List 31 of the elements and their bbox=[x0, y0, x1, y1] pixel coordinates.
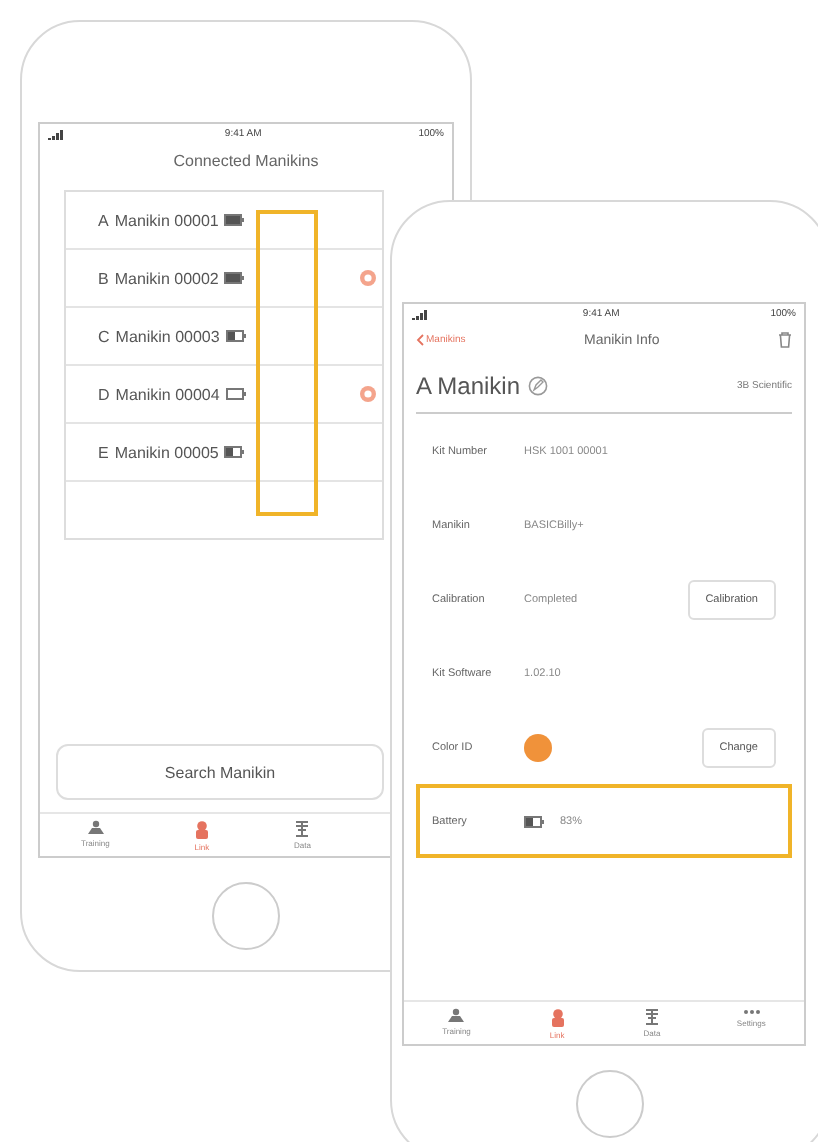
manikin-icon bbox=[85, 820, 106, 836]
manikin-row[interactable]: D Manikin 00004 bbox=[66, 366, 382, 424]
screen-title: Connected Manikins bbox=[171, 150, 321, 174]
manikin-row[interactable]: C Manikin 00003 bbox=[66, 308, 382, 366]
battery-icon bbox=[524, 815, 544, 827]
bars-icon bbox=[644, 1008, 660, 1026]
manikin-name: Manikin 00003 bbox=[115, 327, 220, 345]
manikin-name: Manikin 00004 bbox=[115, 385, 220, 403]
manikin-letter: C bbox=[98, 327, 110, 345]
more-icon bbox=[741, 1008, 762, 1016]
manikin-name: A Manikin bbox=[416, 372, 521, 400]
manikin-name: Manikin 00001 bbox=[114, 211, 219, 229]
manikin-row[interactable]: E Manikin 00005 bbox=[66, 424, 382, 482]
manikin-link-icon bbox=[191, 820, 212, 840]
bars-icon bbox=[294, 820, 311, 838]
chevron-left-icon bbox=[416, 334, 424, 346]
manikin-icon bbox=[446, 1008, 467, 1024]
manikin-name: Manikin 00002 bbox=[114, 269, 219, 287]
trash-icon[interactable] bbox=[777, 332, 792, 348]
signal-icon bbox=[412, 309, 432, 319]
manikin-name: Manikin 00005 bbox=[114, 443, 219, 461]
manikin-link-icon bbox=[547, 1008, 568, 1028]
edit-icon[interactable] bbox=[528, 376, 549, 396]
search-manikin-button[interactable]: Search Manikin bbox=[56, 744, 384, 800]
manikin-letter: A bbox=[98, 211, 109, 229]
manikin-row[interactable]: A Manikin 00001 bbox=[66, 192, 382, 250]
manikin-row[interactable]: B Manikin 00002 bbox=[66, 250, 382, 308]
manikin-letter: E bbox=[98, 443, 109, 461]
manikin-letter: B bbox=[98, 269, 109, 287]
manikin-letter: D bbox=[98, 385, 110, 403]
signal-icon bbox=[48, 129, 68, 139]
